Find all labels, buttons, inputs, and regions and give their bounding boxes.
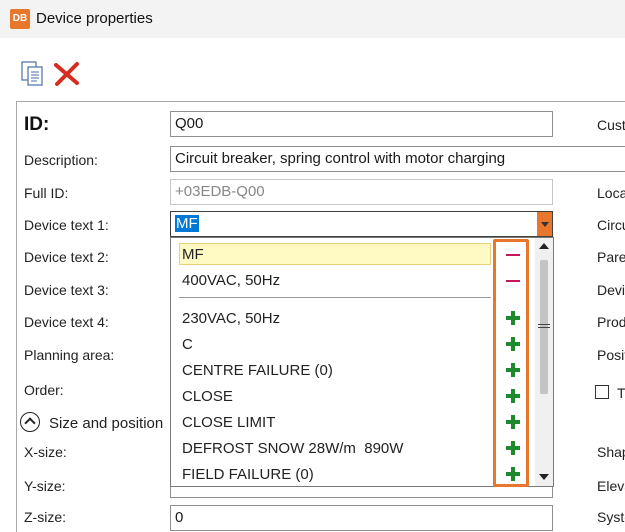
list-item[interactable]: DEFROST SNOW 28W/m 890W bbox=[182, 440, 403, 457]
pare-label: Pare bbox=[597, 249, 625, 265]
scrollbar-grip-icon bbox=[538, 324, 550, 331]
device-text1-label: Device text 1: bbox=[24, 217, 109, 233]
zsize-input[interactable]: 0 bbox=[170, 505, 553, 531]
scroll-up-arrow-icon[interactable] bbox=[539, 243, 549, 249]
list-item[interactable]: CLOSE bbox=[182, 388, 233, 405]
full-id-input: +03EDB-Q00 bbox=[170, 179, 553, 205]
list-item[interactable]: CLOSE LIMIT bbox=[182, 414, 275, 431]
planning-area-label: Planning area: bbox=[24, 347, 115, 363]
id-input[interactable]: Q00 bbox=[170, 111, 553, 137]
description-input[interactable]: Circuit breaker, spring control with mot… bbox=[170, 146, 625, 172]
device-text3-label: Device text 3: bbox=[24, 282, 109, 298]
shap-label: Shap bbox=[597, 444, 625, 460]
prod-label: Prod bbox=[597, 314, 625, 330]
scroll-down-arrow-icon[interactable] bbox=[539, 474, 549, 480]
ysize-input[interactable] bbox=[170, 486, 553, 498]
checkbox[interactable] bbox=[595, 385, 609, 399]
device-text1-combobox[interactable]: MF bbox=[170, 211, 553, 237]
device-text1-value: MF bbox=[175, 215, 199, 232]
highlighted-item-bg bbox=[179, 243, 491, 265]
device-text-dropdown[interactable]: MF 400VAC, 50Hz 230VAC, 50Hz C CENTRE FA… bbox=[170, 237, 554, 487]
cust-label: Cust bbox=[597, 117, 625, 133]
device-text2-label: Device text 2: bbox=[24, 249, 109, 265]
description-label: Description: bbox=[24, 152, 98, 168]
copy-document-icon[interactable] bbox=[20, 60, 46, 88]
zsize-label: Z-size: bbox=[24, 509, 66, 525]
ysize-label: Y-size: bbox=[24, 478, 66, 494]
list-item[interactable]: CENTRE FAILURE (0) bbox=[182, 362, 333, 379]
title-bar: DB Device properties bbox=[0, 0, 625, 38]
app-logo: DB bbox=[10, 9, 30, 29]
posit-label: Posit bbox=[597, 347, 625, 363]
syste-label: Syste bbox=[597, 509, 625, 525]
action-column-highlight bbox=[493, 239, 529, 487]
list-separator bbox=[179, 297, 491, 298]
id-label: ID: bbox=[24, 114, 50, 135]
red-x-delete-icon[interactable] bbox=[53, 61, 81, 87]
list-item[interactable]: MF bbox=[182, 246, 204, 263]
devi-label: Devi bbox=[597, 282, 625, 298]
dropdown-scrollbar[interactable] bbox=[535, 238, 553, 486]
loca-label: Loca bbox=[597, 185, 625, 201]
chevron-down-icon[interactable] bbox=[537, 212, 552, 236]
device-text4-label: Device text 4: bbox=[24, 314, 109, 330]
list-item[interactable]: 230VAC, 50Hz bbox=[182, 310, 280, 327]
list-item[interactable]: FIELD FAILURE (0) bbox=[182, 466, 314, 483]
list-item[interactable]: C bbox=[182, 336, 193, 353]
checkbox-label: T bbox=[617, 385, 625, 401]
size-position-label: Size and position bbox=[49, 415, 164, 432]
order-label: Order: bbox=[24, 382, 64, 398]
window-title: Device properties bbox=[36, 10, 153, 27]
circu-label: Circu bbox=[597, 217, 625, 233]
xsize-label: X-size: bbox=[24, 444, 67, 460]
full-id-label: Full ID: bbox=[24, 185, 69, 201]
collapse-chevron-up-icon[interactable] bbox=[20, 412, 40, 432]
list-item[interactable]: 400VAC, 50Hz bbox=[182, 272, 280, 289]
eleva-label: Eleva bbox=[597, 478, 625, 494]
